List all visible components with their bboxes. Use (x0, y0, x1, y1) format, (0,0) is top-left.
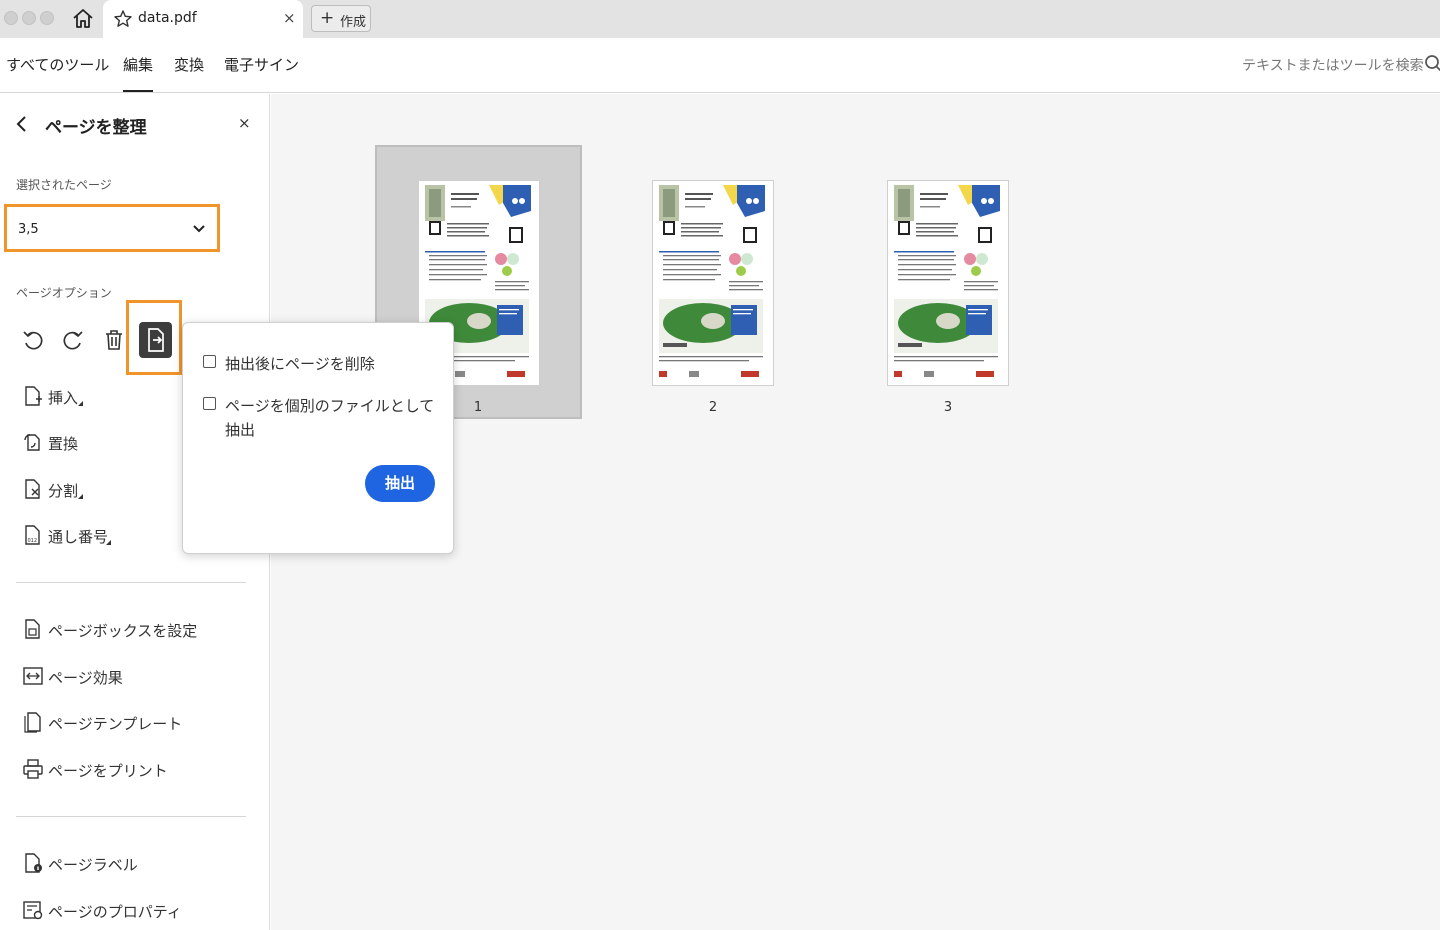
selected-pages-select[interactable]: 3,5 (4, 204, 220, 252)
print-icon (22, 758, 44, 780)
page-effect-icon (22, 665, 44, 687)
option-page-template-label: ページテンプレート (48, 713, 182, 734)
page-options-label: ページオプション (16, 284, 112, 301)
option-page-label-label: ページラベル (48, 854, 138, 875)
menu-convert[interactable]: 変換 (174, 54, 204, 75)
panel-title: ページを整理 (45, 113, 147, 138)
chevron-down-icon (192, 223, 206, 235)
option-bates-number-label: 通し番号 (48, 526, 108, 547)
ticket-page-preview (653, 181, 774, 386)
search-icon[interactable] (1424, 54, 1440, 74)
back-chevron-icon[interactable] (12, 114, 32, 134)
option-replace-label: 置換 (48, 433, 78, 454)
replace-page-icon (22, 431, 44, 453)
create-tab-button[interactable]: + 作成 (311, 5, 371, 32)
page-number-label: 2 (703, 400, 723, 415)
option-page-effect-label: ページ効果 (48, 667, 123, 688)
menu-e-sign[interactable]: 電子サイン (224, 54, 299, 75)
window-minimize-dot[interactable] (22, 11, 36, 25)
page-thumbnail-2[interactable] (652, 180, 774, 386)
page-label-icon (22, 852, 44, 874)
selected-pages-value: 3,5 (18, 222, 39, 237)
option-page-properties-label: ページのプロパティ (48, 901, 182, 922)
rotate-right-icon[interactable] (60, 327, 86, 353)
bates-number-icon: 012 (22, 524, 44, 546)
plus-icon: + (320, 8, 334, 28)
delete-after-extract-label: 抽出後にページを削除 (225, 352, 435, 376)
flyout-indicator (78, 401, 83, 406)
separate-files-checkbox[interactable] (203, 397, 216, 410)
extract-button[interactable]: 抽出 (365, 465, 435, 502)
extract-pages-button[interactable] (139, 322, 172, 358)
section-divider (16, 816, 246, 817)
create-label: 作成 (340, 11, 366, 30)
menu-all-tools[interactable]: すべてのツール (6, 54, 109, 75)
option-split-label: 分割 (48, 480, 78, 501)
browser-tab-bar: data.pdf × + 作成 (0, 0, 1440, 38)
separate-files-label: ページを個別のファイルとして抽出 (225, 394, 435, 442)
insert-page-icon (22, 385, 44, 407)
page-template-icon (22, 711, 44, 733)
window-close-dot[interactable] (4, 11, 18, 25)
panel-close-button[interactable]: × (238, 114, 251, 132)
flyout-indicator (78, 494, 83, 499)
window-zoom-dot[interactable] (40, 11, 54, 25)
page-number-label: 3 (938, 400, 958, 415)
menu-edit[interactable]: 編集 (123, 54, 153, 75)
rotate-left-icon[interactable] (20, 327, 46, 353)
page-thumbnail-3[interactable] (887, 180, 1009, 386)
option-page-box-label: ページボックスを設定 (48, 620, 197, 641)
extract-options-popover: 抽出後にページを削除 ページを個別のファイルとして抽出 抽出 (182, 322, 454, 554)
home-button[interactable] (70, 6, 96, 32)
tab-close-button[interactable]: × (283, 9, 296, 27)
tab-title: data.pdf (138, 10, 197, 26)
section-divider (16, 582, 246, 583)
home-icon (70, 6, 96, 32)
svg-text:012: 012 (28, 538, 38, 544)
option-insert-label: 挿入 (48, 387, 78, 408)
selected-pages-label: 選択されたページ (16, 176, 112, 193)
split-page-icon (22, 478, 44, 500)
ticket-page-preview (888, 181, 1009, 386)
document-tab[interactable]: data.pdf × (103, 0, 303, 38)
page-number-label: 1 (468, 400, 488, 415)
top-menu-bar: すべてのツール 編集 変換 電子サイン テキストまたはツールを検索 (0, 38, 1440, 93)
extract-icon (139, 322, 172, 358)
flyout-indicator (106, 540, 111, 545)
page-box-icon (22, 618, 44, 640)
page-properties-icon (22, 899, 44, 921)
option-print-page-label: ページをプリント (48, 760, 168, 781)
star-icon[interactable] (113, 9, 133, 29)
delete-after-extract-checkbox[interactable] (203, 355, 216, 368)
trash-icon[interactable] (101, 327, 127, 353)
search-input[interactable]: テキストまたはツールを検索 (1242, 55, 1424, 75)
